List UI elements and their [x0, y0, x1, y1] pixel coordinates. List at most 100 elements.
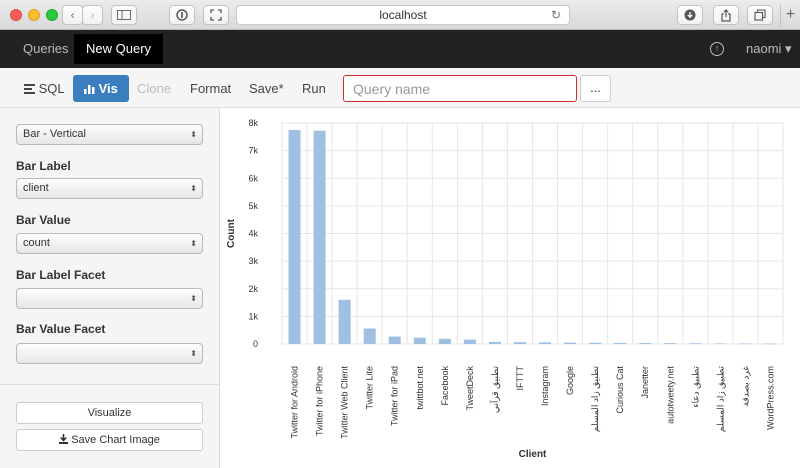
bar [739, 343, 752, 345]
bar-chart-icon [84, 85, 95, 94]
bar [513, 342, 526, 344]
x-tick-label: Twitter Web Client [340, 366, 350, 439]
x-tick-label: تطبيق زاد المسلم [590, 366, 601, 433]
x-tick-label: تطبيق زاد المسلم [715, 366, 726, 433]
bar [488, 341, 501, 344]
y-tick-label: 0 [253, 339, 258, 349]
bar [564, 342, 577, 344]
x-tick-label: autotweety.net [665, 366, 675, 424]
x-tick-label: Twitter for iPhone [315, 366, 325, 436]
clone-button[interactable]: Clone [129, 75, 179, 102]
bar-value-title: Bar Value [16, 213, 71, 227]
format-button[interactable]: Format [182, 75, 239, 102]
visualize-button[interactable]: Visualize [16, 402, 203, 424]
privacy-shield-icon[interactable] [169, 5, 195, 25]
bar-label-facet-title: Bar Label Facet [16, 268, 106, 282]
y-tick-label: 1k [248, 311, 258, 321]
save-chart-image-button[interactable]: Save Chart Image [16, 429, 203, 451]
address-bar[interactable]: localhost ↻ [236, 5, 570, 25]
save-button[interactable]: Save* [241, 75, 292, 102]
sql-button[interactable]: SQL [16, 75, 73, 102]
y-tick-label: 5k [248, 201, 258, 211]
bar [539, 342, 552, 344]
y-tick-label: 6k [248, 173, 258, 183]
tabs-overview-icon[interactable] [747, 5, 773, 25]
bar [463, 339, 476, 344]
y-axis-title: Count [226, 218, 237, 248]
bar [689, 343, 702, 344]
back-icon[interactable]: ‹ [62, 5, 83, 25]
select-arrows-icon: ⬍ [190, 349, 197, 358]
x-tick-label: Janetter [640, 366, 650, 399]
run-button[interactable]: Run [294, 75, 334, 102]
forward-icon[interactable]: › [82, 5, 103, 25]
upload-icon[interactable]: ↑ [710, 42, 724, 56]
chart-area: 0 1k 2k 3k 4k 5k 6k 7k 8k Twitter for Android Twit… [220, 108, 800, 468]
sidebar-toggle-icon[interactable] [111, 5, 137, 25]
x-tick-label: غرد بصدقة [740, 366, 751, 407]
browser-chrome: ‹ › localhost ↻ + [0, 0, 800, 30]
nav-tab-new-query[interactable]: New Query [74, 34, 164, 64]
y-tick-label: 3k [248, 256, 258, 266]
list-icon [24, 84, 35, 94]
x-tick-label: تطبيق قرآني [489, 366, 501, 414]
bar [388, 336, 401, 344]
bar-value-facet-title: Bar Value Facet [16, 322, 106, 336]
url-text: localhost [379, 8, 427, 22]
vis-button-label: Vis [98, 81, 118, 96]
x-tick-label: IFTTT [515, 366, 525, 391]
chart-type-select[interactable]: Bar - Vertical ⬍ [16, 124, 203, 145]
x-tick-label: Google [565, 366, 575, 395]
chart-type-value: Bar - Vertical [23, 128, 86, 140]
y-tick-label: 8k [248, 118, 258, 128]
x-tick-label: TweetDeck [465, 366, 475, 411]
bar [589, 342, 602, 344]
sidebar-divider [0, 384, 219, 385]
y-tick-label: 4k [248, 229, 258, 239]
x-tick-label: Curious Cat [615, 366, 625, 414]
x-tick-label: Twitter for iPad [390, 366, 400, 426]
fullscreen-icon[interactable] [203, 5, 229, 25]
app-navbar: Queries New Query ↑ naomi ▾ [0, 30, 800, 68]
more-options-button[interactable]: ... [580, 75, 611, 102]
vis-button[interactable]: Vis [73, 75, 129, 102]
bar [714, 343, 727, 345]
maximize-window-icon[interactable] [46, 9, 58, 21]
downloads-icon[interactable] [677, 5, 703, 25]
x-tick-label: Instagram [540, 366, 550, 406]
save-chart-image-label: Save Chart Image [71, 434, 160, 446]
select-arrows-icon: ⬍ [190, 184, 197, 193]
x-tick-label: WordPress.com [765, 366, 775, 430]
bar-label-facet-select[interactable]: ⬍ [16, 288, 203, 309]
bar-value-select[interactable]: count ⬍ [16, 233, 203, 254]
download-icon [59, 434, 69, 444]
x-tick-label: Facebook [440, 366, 450, 406]
bar [639, 343, 652, 344]
bar [313, 130, 326, 344]
close-window-icon[interactable] [10, 9, 22, 21]
bar [614, 342, 627, 344]
x-tick-label: Twitter Lite [365, 366, 375, 410]
x-axis-title: Client [519, 449, 547, 460]
bar-label-select[interactable]: client ⬍ [16, 178, 203, 199]
y-tick-label: 2k [248, 284, 258, 294]
query-name-input[interactable] [343, 75, 577, 102]
bar [288, 129, 301, 344]
reload-icon[interactable]: ↻ [551, 6, 561, 24]
new-tab-icon[interactable]: + [780, 5, 800, 27]
x-tick-label: twittbot.net [415, 366, 425, 410]
select-arrows-icon: ⬍ [190, 294, 197, 303]
user-menu[interactable]: naomi ▾ [746, 30, 792, 68]
minimize-window-icon[interactable] [28, 9, 40, 21]
bar-value-facet-select[interactable]: ⬍ [16, 343, 203, 364]
vis-settings-sidebar: Bar - Vertical ⬍ Bar Label client ⬍ Bar … [0, 108, 220, 468]
query-toolbar: SQL Vis Clone Format Save* Run ... [0, 68, 800, 108]
select-arrows-icon: ⬍ [190, 130, 197, 139]
bar [664, 343, 677, 344]
x-tick-label: تطبيق دعاء [690, 366, 701, 408]
share-icon[interactable] [713, 5, 739, 25]
bar [363, 328, 376, 344]
nav-tab-queries[interactable]: Queries [11, 30, 81, 68]
select-arrows-icon: ⬍ [190, 239, 197, 248]
bar-chart: 0 1k 2k 3k 4k 5k 6k 7k 8k Twitter for Android Twit… [226, 118, 784, 460]
